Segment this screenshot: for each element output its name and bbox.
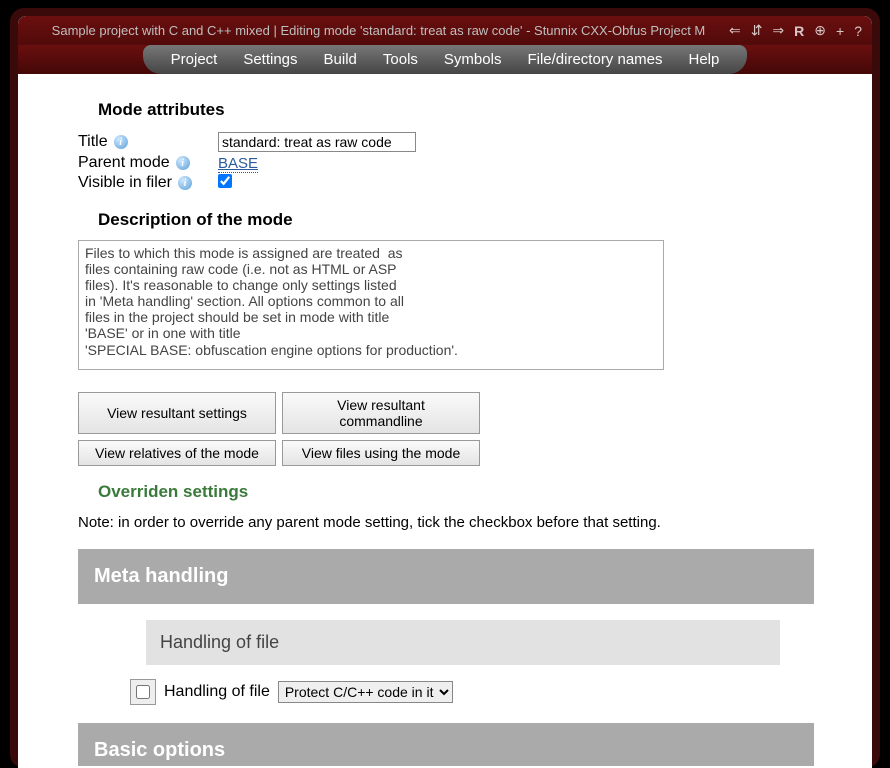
parent-label: Parent mode i [78,154,218,172]
override-handling-checkbox[interactable] [136,685,150,699]
view-resultant-settings-button[interactable]: View resultant settings [78,392,276,434]
override-note: Note: in order to override any parent mo… [78,514,812,531]
basic-options-header: Basic options [78,723,814,766]
info-icon[interactable]: i [114,135,128,149]
nav-forward-icon[interactable]: ⇒ [772,22,784,39]
title-label: Title i [78,133,218,151]
meta-handling-header: Meta handling [78,549,814,604]
nav-back-icon[interactable]: ⇐ [729,22,741,39]
titlebar-controls: ⇐ ⇵ ⇒ R ⊕ + ? [729,22,862,39]
attr-row-visible: Visible in filer i [78,174,812,192]
content-area: Mode attributes Title i Parent mode i BA… [18,74,872,766]
description-heading: Description of the mode [98,210,812,230]
menubar: Project Settings Build Tools Symbols Fil… [18,45,872,74]
menu-tools[interactable]: Tools [383,51,418,68]
menu-settings[interactable]: Settings [243,51,297,68]
info-icon[interactable]: i [178,176,192,190]
visible-label-text: Visible in filer [78,174,172,192]
title-input[interactable] [218,132,416,152]
button-row-1: View resultant settings View resultant c… [78,392,812,434]
parent-label-text: Parent mode [78,154,170,172]
handling-of-file-option: Handling of file Protect C/C++ code in i… [130,679,812,705]
attr-row-parent: Parent mode i BASE [78,154,812,172]
window-frame: Sample project with C and C++ mixed | Ed… [10,8,880,768]
titlebar: Sample project with C and C++ mixed | Ed… [18,16,872,45]
menu-symbols[interactable]: Symbols [444,51,502,68]
window-title: Sample project with C and C++ mixed | Ed… [28,23,729,38]
title-label-text: Title [78,133,108,151]
help-icon[interactable]: ? [854,23,862,39]
description-textarea[interactable] [78,240,664,370]
menu-project[interactable]: Project [171,51,218,68]
handling-of-file-select[interactable]: Protect C/C++ code in it [278,681,453,703]
reload-icon[interactable]: R [794,23,804,39]
zoom-icon[interactable]: ⊕ [814,22,826,39]
window: Sample project with C and C++ mixed | Ed… [18,16,872,768]
view-files-using-mode-button[interactable]: View files using the mode [282,440,480,466]
handling-of-file-header: Handling of file [146,620,780,665]
menubar-inner: Project Settings Build Tools Symbols Fil… [143,45,748,74]
view-relatives-button[interactable]: View relatives of the mode [78,440,276,466]
plus-icon[interactable]: + [836,23,844,39]
menu-help[interactable]: Help [689,51,720,68]
menu-filedir[interactable]: File/directory names [527,51,662,68]
overridden-heading: Overriden settings [98,482,812,502]
view-resultant-commandline-button[interactable]: View resultant commandline [282,392,480,434]
handling-of-file-label: Handling of file [164,683,270,701]
mode-attributes-heading: Mode attributes [98,100,812,120]
visible-checkbox[interactable] [218,174,232,188]
override-checkbox-wrap [130,679,156,705]
parent-mode-link[interactable]: BASE [218,155,258,173]
menu-build[interactable]: Build [324,51,357,68]
attr-row-title: Title i [78,132,812,152]
info-icon[interactable]: i [176,156,190,170]
visible-label: Visible in filer i [78,174,218,192]
button-row-2: View relatives of the mode View files us… [78,440,812,466]
nav-updown-icon[interactable]: ⇵ [751,22,763,39]
